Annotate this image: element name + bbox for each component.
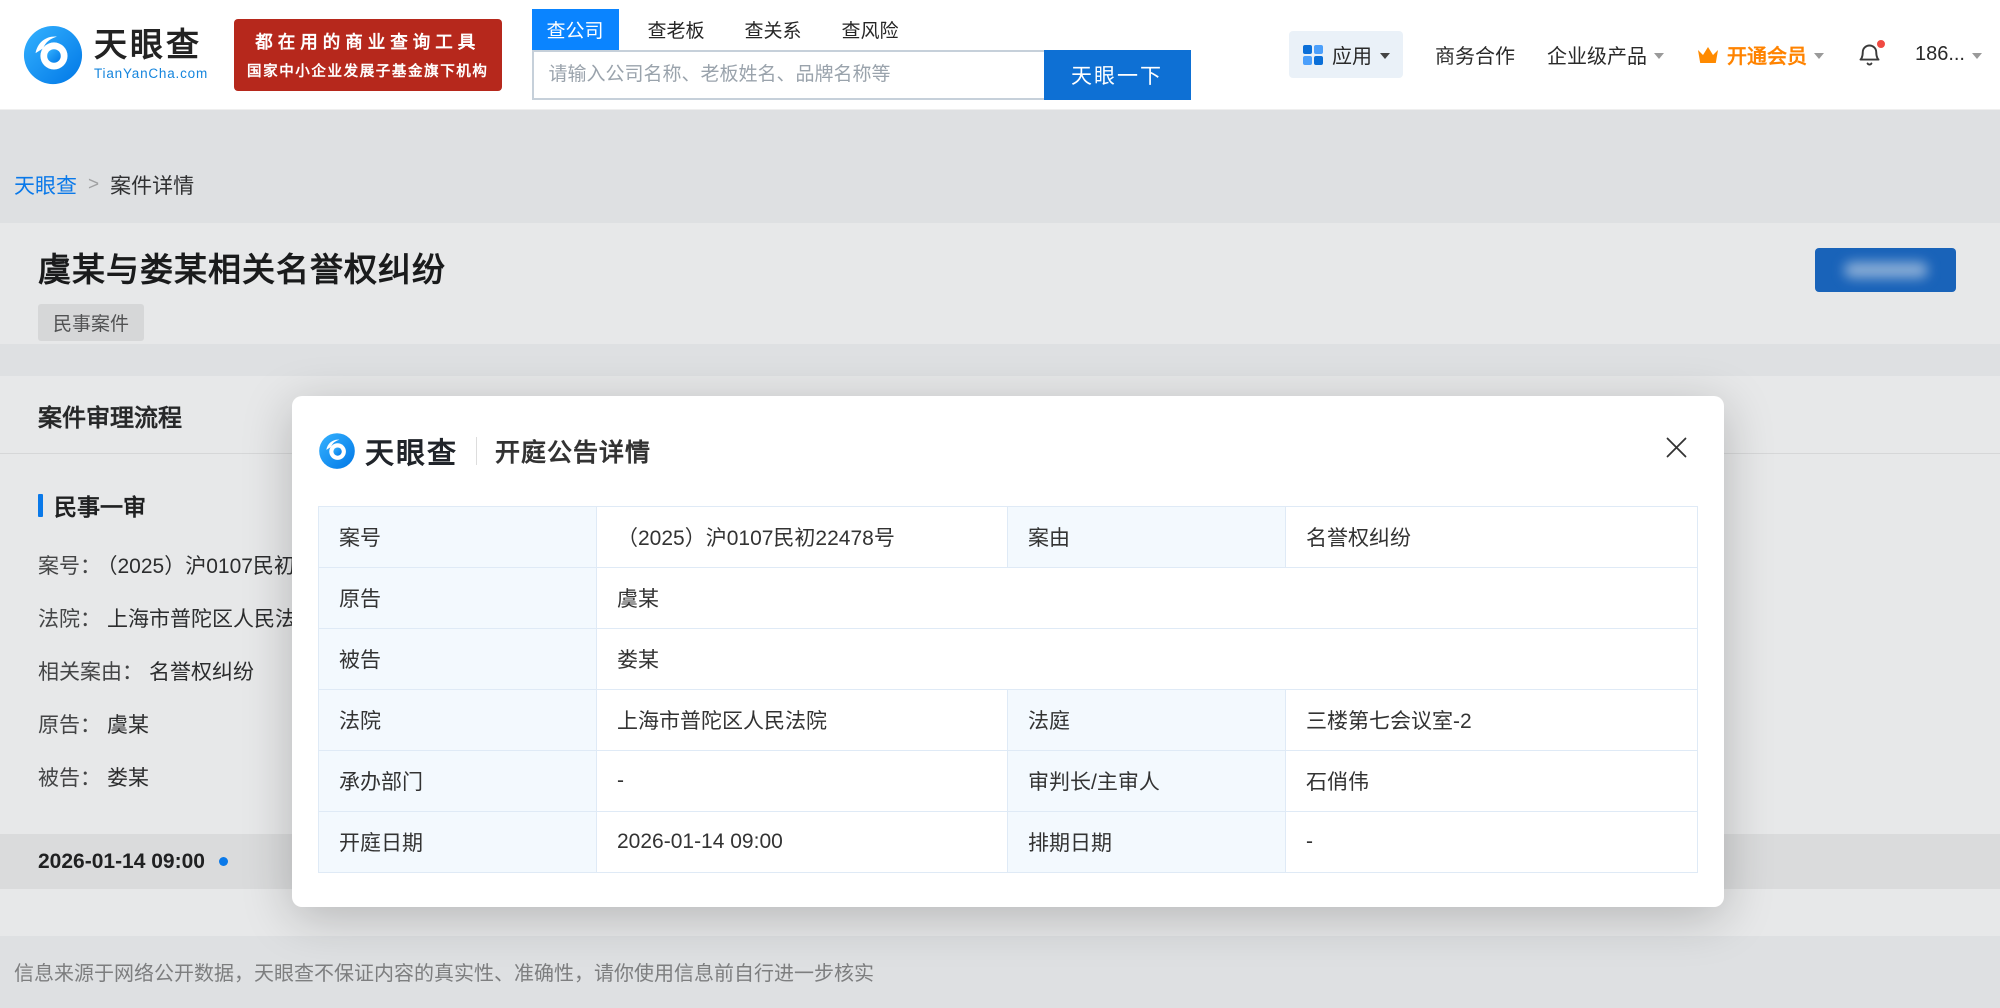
cell-label: 排期日期	[1008, 812, 1286, 873]
nav-apps[interactable]: 应用	[1289, 31, 1403, 78]
logo-domain: TianYanCha.com	[94, 66, 208, 81]
top-nav: 应用 商务合作 企业级产品 开通会员 186...	[1289, 31, 2000, 78]
modal-header: 天眼查 开庭公告详情	[318, 396, 1698, 506]
nav-enterprise[interactable]: 企业级产品	[1547, 40, 1664, 69]
cell-value: 上海市普陀区人民法院	[597, 690, 1008, 751]
cell-label: 案由	[1008, 507, 1286, 568]
cell-label: 原告	[319, 568, 597, 629]
cell-label: 承办部门	[319, 751, 597, 812]
nav-account-label: 186...	[1915, 43, 1965, 66]
site-logo[interactable]: 天眼查 TianYanCha.com	[22, 24, 208, 86]
caret-down-icon	[1654, 53, 1664, 64]
tianyancha-logo-icon	[22, 24, 84, 86]
table-row: 原告 虞某	[319, 568, 1698, 629]
apps-grid-icon	[1302, 44, 1324, 66]
search-button[interactable]: 天眼一下	[1044, 50, 1191, 100]
cell-label: 法院	[319, 690, 597, 751]
search-tab-risk[interactable]: 查风险	[827, 9, 914, 50]
notification-bell[interactable]	[1856, 41, 1883, 68]
nav-account[interactable]: 186...	[1915, 43, 1982, 66]
nav-vip-label: 开通会员	[1727, 40, 1807, 69]
hearing-detail-table: 案号 （2025）沪0107民初22478号 案由 名誉权纠纷 原告 虞某 被告…	[318, 506, 1698, 873]
caret-down-icon	[1972, 53, 1982, 64]
modal-logo: 天眼查	[318, 430, 458, 472]
table-row: 法院 上海市普陀区人民法院 法庭 三楼第七会议室-2	[319, 690, 1698, 751]
cell-value: （2025）沪0107民初22478号	[597, 507, 1008, 568]
nav-vip[interactable]: 开通会员	[1696, 40, 1824, 69]
table-row: 案号 （2025）沪0107民初22478号 案由 名誉权纠纷	[319, 507, 1698, 568]
site-header: 天眼查 TianYanCha.com 都在用的商业查询工具 国家中小企业发展子基…	[0, 0, 2000, 110]
cell-value: 虞某	[597, 568, 1698, 629]
cell-label: 审判长/主审人	[1008, 751, 1286, 812]
table-row: 被告 娄某	[319, 629, 1698, 690]
caret-down-icon	[1380, 53, 1390, 64]
cell-label: 开庭日期	[319, 812, 597, 873]
cell-value: -	[1286, 812, 1698, 873]
cell-value: 石俏伟	[1286, 751, 1698, 812]
cell-value: 三楼第七会议室-2	[1286, 690, 1698, 751]
cell-value: 名誉权纠纷	[1286, 507, 1698, 568]
nav-cooperation[interactable]: 商务合作	[1435, 40, 1515, 69]
cell-value: 2026-01-14 09:00	[597, 812, 1008, 873]
caret-down-icon	[1814, 53, 1824, 64]
close-icon[interactable]	[1659, 430, 1694, 465]
crown-icon	[1696, 45, 1720, 65]
tianyancha-logo-icon	[318, 432, 356, 470]
nav-cooperation-label: 商务合作	[1435, 40, 1515, 69]
cell-value: -	[597, 751, 1008, 812]
table-row: 开庭日期 2026-01-14 09:00 排期日期 -	[319, 812, 1698, 873]
table-row: 承办部门 - 审判长/主审人 石俏伟	[319, 751, 1698, 812]
logo-title: 天眼查	[94, 28, 208, 61]
modal-logo-title: 天眼查	[365, 430, 458, 472]
cell-label: 被告	[319, 629, 597, 690]
divider	[476, 437, 477, 465]
search-tab-relation[interactable]: 查关系	[730, 9, 817, 50]
cell-label: 案号	[319, 507, 597, 568]
search-tab-boss[interactable]: 查老板	[633, 9, 720, 50]
search-tabs: 查公司 查老板 查关系 查风险	[532, 9, 1191, 50]
cell-label: 法庭	[1008, 690, 1286, 751]
nav-enterprise-label: 企业级产品	[1547, 40, 1647, 69]
nav-apps-label: 应用	[1332, 40, 1372, 69]
notification-dot	[1875, 38, 1887, 50]
search-area: 查公司 查老板 查关系 查风险 天眼一下	[532, 9, 1191, 100]
promo-badge-line2: 国家中小企业发展子基金旗下机构	[247, 60, 489, 81]
search-tab-company[interactable]: 查公司	[532, 9, 619, 50]
search-input[interactable]	[532, 50, 1044, 100]
hearing-detail-modal: 天眼查 开庭公告详情 案号 （2025）沪0107民初22478号 案由 名誉权…	[292, 396, 1724, 907]
cell-value: 娄某	[597, 629, 1698, 690]
modal-title: 开庭公告详情	[495, 433, 651, 469]
promo-badge-line1: 都在用的商业查询工具	[247, 29, 489, 54]
promo-badge: 都在用的商业查询工具 国家中小企业发展子基金旗下机构	[234, 19, 502, 91]
